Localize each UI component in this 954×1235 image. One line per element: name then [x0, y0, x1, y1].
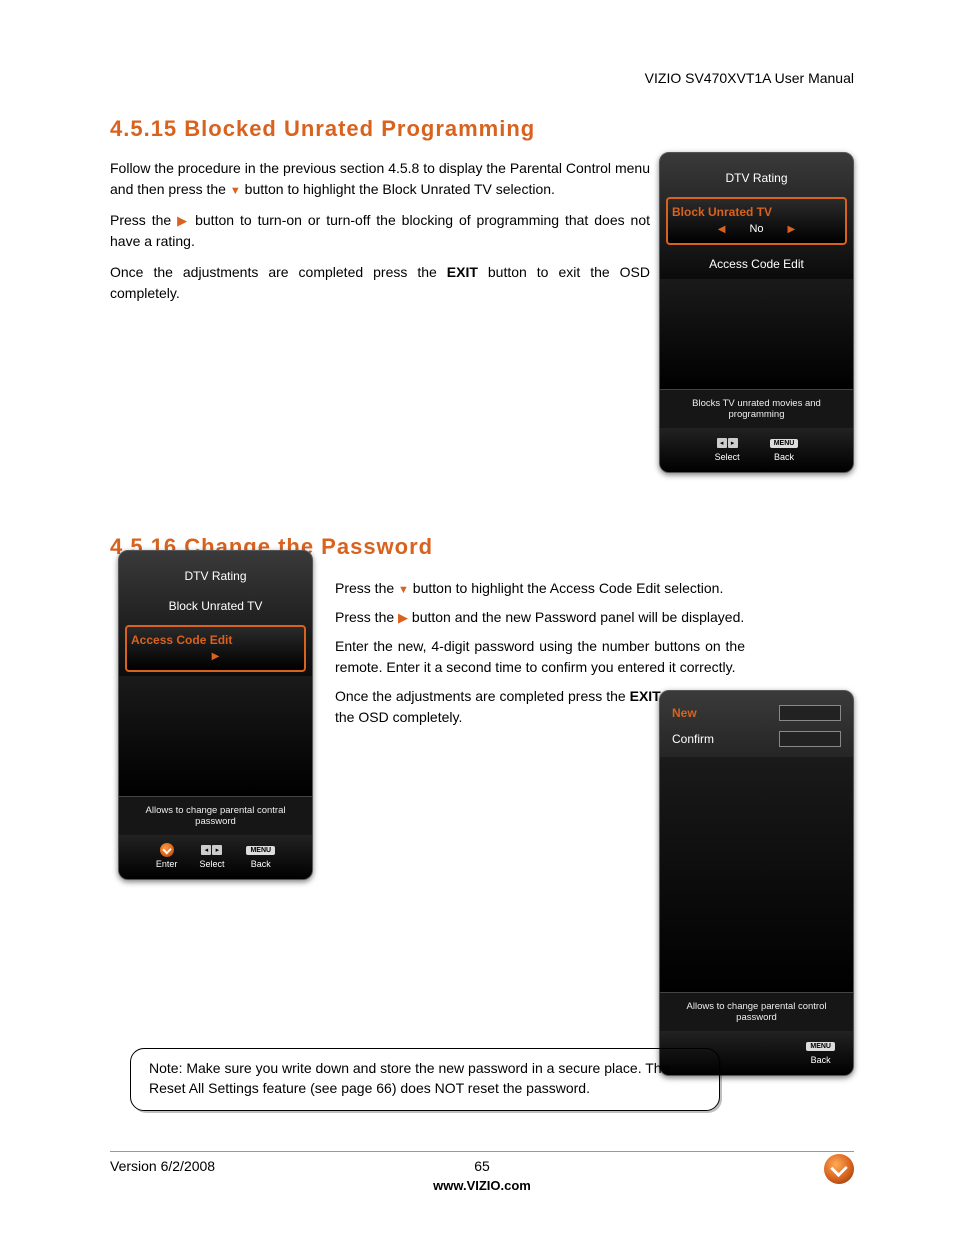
s2-p2a: Press the	[335, 609, 398, 625]
arrow-keys-icon: ◂▸	[717, 438, 738, 448]
osd1-footer-back: Back	[770, 452, 799, 462]
note-text: Note: Make sure you write down and store…	[149, 1060, 669, 1096]
manual-title: VIZIO SV470XVT1A User Manual	[110, 70, 854, 86]
menu-badge-icon: MENU	[246, 846, 275, 855]
footer-version: Version 6/2/2008	[110, 1158, 215, 1174]
page-footer: Version 6/2/2008 65 . www.VIZIO.com	[110, 1151, 854, 1193]
s2-p1b: button to highlight the Access Code Edit…	[409, 580, 723, 596]
vizio-logo-icon	[160, 843, 174, 857]
osd3-confirm-label: Confirm	[672, 732, 714, 746]
osd3-footer-back: Back	[806, 1055, 835, 1065]
s1-exit: EXIT	[447, 264, 478, 280]
menu-badge-icon: MENU	[770, 439, 799, 448]
vizio-logo-icon	[824, 1154, 854, 1184]
osd2-hint: Allows to change parental contral passwo…	[119, 797, 312, 835]
osd2-footer: Enter ◂▸ Select MENU Back	[119, 835, 312, 879]
footer-url: www.VIZIO.com	[110, 1178, 854, 1193]
osd2-selected-access-code: Access Code Edit ▶	[125, 625, 306, 672]
osd2-selected-label: Access Code Edit	[131, 633, 300, 647]
osd3-new-input[interactable]	[779, 705, 841, 721]
arrow-keys-icon: ◂▸	[201, 845, 222, 855]
s2-exit: EXIT	[630, 688, 661, 704]
s2-p3: Enter the new, 4-digit password using th…	[335, 636, 745, 678]
section1-text: Follow the procedure in the previous sec…	[110, 158, 650, 304]
osd3-confirm-input[interactable]	[779, 731, 841, 747]
osd2-item-block-unrated: Block Unrated TV	[119, 591, 312, 621]
down-triangle-icon: ▼	[230, 185, 241, 197]
s1-p2b: button to turn-on or turn-off the blocki…	[110, 212, 650, 249]
osd-block-unrated: DTV Rating Block Unrated TV ◀ No ▶ Acces…	[659, 152, 854, 473]
osd1-footer: ◂▸ Select MENU Back	[660, 428, 853, 472]
right-triangle-icon: ▶	[398, 610, 408, 625]
down-triangle-icon: ▼	[398, 584, 409, 596]
s2-p1a: Press the	[335, 580, 398, 596]
osd-password-entry: New Confirm Allows to change parental co…	[659, 690, 854, 1076]
osd2-item-dtv-rating: DTV Rating	[119, 561, 312, 591]
osd3-new-label: New	[672, 706, 697, 720]
osd2-footer-back: Back	[246, 859, 275, 869]
left-triangle-icon: ◀	[718, 224, 726, 235]
osd1-footer-select: Select	[715, 452, 740, 462]
osd1-item-dtv-rating: DTV Rating	[660, 163, 853, 193]
menu-badge-icon: MENU	[806, 1042, 835, 1051]
right-triangle-icon: ▶	[788, 224, 796, 235]
footer-page-number: 65	[474, 1158, 490, 1174]
s1-p2a: Press the	[110, 212, 177, 228]
osd1-selected-block-unrated: Block Unrated TV ◀ No ▶	[666, 197, 847, 245]
right-triangle-icon: ▶	[212, 651, 220, 662]
s2-p4a: Once the adjustments are completed press…	[335, 688, 630, 704]
right-triangle-icon: ▶	[177, 213, 189, 228]
osd1-selected-value: No	[749, 223, 763, 235]
osd-access-code-edit: DTV Rating Block Unrated TV Access Code …	[118, 550, 313, 880]
s2-p2b: button and the new Password panel will b…	[408, 609, 744, 625]
osd1-hint: Blocks TV unrated movies and programming	[660, 390, 853, 428]
section-heading-1: 4.5.15 Blocked Unrated Programming	[110, 116, 854, 142]
osd1-item-access-code: Access Code Edit	[660, 249, 853, 279]
osd1-selected-label: Block Unrated TV	[672, 205, 841, 219]
osd2-footer-select: Select	[199, 859, 224, 869]
osd3-hint: Allows to change parental control passwo…	[660, 993, 853, 1031]
s1-p3a: Once the adjustments are completed press…	[110, 264, 447, 280]
osd2-footer-enter: Enter	[156, 859, 178, 869]
note-box: Note: Make sure you write down and store…	[130, 1048, 720, 1111]
s1-p1b: button to highlight the Block Unrated TV…	[241, 181, 555, 197]
